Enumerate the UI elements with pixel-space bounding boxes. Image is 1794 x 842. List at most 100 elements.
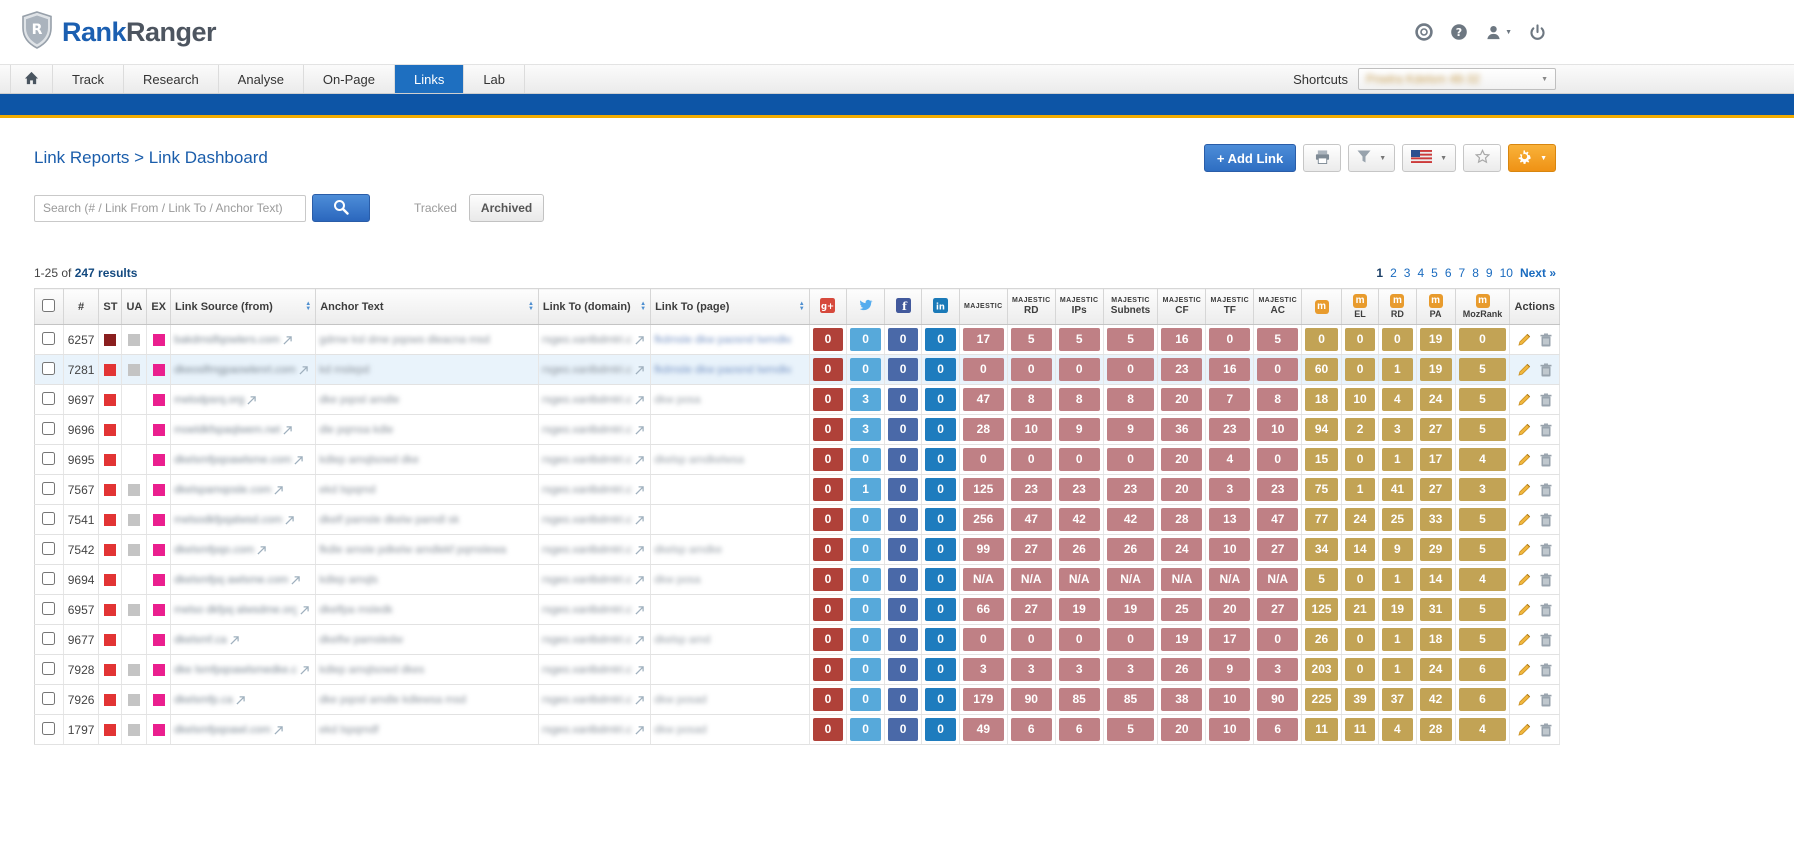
edit-link-button[interactable] (1518, 393, 1531, 406)
page-link[interactable]: 2 (1390, 266, 1397, 280)
open-link-icon[interactable] (283, 426, 292, 435)
nav-tab-lab[interactable]: Lab (464, 65, 525, 93)
open-link-icon[interactable] (230, 636, 239, 645)
open-link-icon[interactable] (283, 336, 292, 345)
edit-link-button[interactable] (1518, 693, 1531, 706)
sort-icons[interactable]: ▲▼ (305, 302, 311, 312)
open-link-icon[interactable] (635, 726, 644, 735)
edit-link-button[interactable] (1518, 663, 1531, 676)
open-link-icon[interactable] (635, 366, 644, 375)
edit-link-button[interactable] (1518, 573, 1531, 586)
nav-tab-research[interactable]: Research (124, 65, 219, 93)
open-link-icon[interactable] (274, 486, 283, 495)
link-source-text[interactable]: melso dkfpq alwsdme.org (174, 604, 297, 616)
link-to-domain-text[interactable]: rsgeo.xanlbdmtri.com (542, 664, 632, 676)
delete-link-button[interactable] (1540, 573, 1552, 587)
link-to-page-text[interactable]: dkw posa (654, 574, 700, 586)
toggle-tracked[interactable]: Tracked (402, 194, 469, 222)
open-link-icon[interactable] (274, 726, 283, 735)
delete-link-button[interactable] (1540, 543, 1552, 557)
search-input[interactable] (34, 195, 306, 222)
profile-selector[interactable]: Pnwlra Kdelsm 48-32 ▼ (1358, 68, 1556, 90)
link-source-text[interactable]: melsodkfpqalwsd.com (174, 514, 282, 526)
open-link-icon[interactable] (294, 456, 303, 465)
pagination-next[interactable]: Next » (1520, 266, 1556, 280)
edit-link-button[interactable] (1518, 723, 1531, 736)
open-link-icon[interactable] (285, 516, 294, 525)
search-button[interactable] (312, 194, 370, 222)
open-link-icon[interactable] (635, 486, 644, 495)
link-to-domain-text[interactable]: rsgeo.xanlbdmtri.com (542, 424, 632, 436)
page-link[interactable]: 6 (1445, 266, 1452, 280)
link-to-page-text[interactable]: fkdmsle dkw paosnd lwmdkesa (654, 364, 791, 376)
edit-link-button[interactable] (1518, 633, 1531, 646)
breadcrumb[interactable]: Link Reports > Link Dashboard (34, 148, 268, 168)
row-checkbox[interactable] (42, 512, 55, 525)
edit-link-button[interactable] (1518, 453, 1531, 466)
delete-link-button[interactable] (1540, 513, 1552, 527)
page-link[interactable]: 5 (1431, 266, 1438, 280)
link-source-text[interactable]: dke lsmfpqoawlsmedke.com (174, 664, 297, 676)
row-checkbox[interactable] (42, 332, 55, 345)
link-to-domain-text[interactable]: rsgeo.xanlbdmtri.com (542, 454, 632, 466)
open-link-icon[interactable] (291, 576, 300, 585)
edit-link-button[interactable] (1518, 483, 1531, 496)
link-to-page-text[interactable]: dkelsp amdkelwsa (654, 454, 744, 466)
link-to-domain-text[interactable]: rsgeo.xanlbdmtri.com (542, 574, 632, 586)
edit-link-button[interactable] (1518, 333, 1531, 346)
open-link-icon[interactable] (635, 456, 644, 465)
delete-link-button[interactable] (1540, 423, 1552, 437)
row-checkbox[interactable] (42, 482, 55, 495)
edit-link-button[interactable] (1518, 603, 1531, 616)
open-link-icon[interactable] (635, 516, 644, 525)
row-checkbox[interactable] (42, 392, 55, 405)
open-link-icon[interactable] (299, 366, 308, 375)
row-checkbox[interactable] (42, 362, 55, 375)
link-to-page-text[interactable]: dkw posad (654, 724, 707, 736)
edit-link-button[interactable] (1518, 363, 1531, 376)
open-link-icon[interactable] (300, 606, 309, 615)
link-to-page-text[interactable]: dkelsp amdke (654, 544, 722, 556)
open-link-icon[interactable] (247, 396, 256, 405)
help-icon[interactable]: ? (1450, 23, 1468, 41)
open-link-icon[interactable] (635, 696, 644, 705)
row-checkbox[interactable] (42, 722, 55, 735)
row-checkbox[interactable] (42, 662, 55, 675)
open-link-icon[interactable] (635, 426, 644, 435)
link-to-page-text[interactable]: dkw posa (654, 394, 700, 406)
col-header-src[interactable]: Link Source (from)▲▼ (171, 289, 316, 325)
link-to-domain-text[interactable]: rsgeo.xanlbdmtri.com (542, 724, 632, 736)
user-menu-icon[interactable]: ▼ (1485, 24, 1512, 41)
print-button[interactable] (1303, 144, 1341, 172)
row-checkbox[interactable] (42, 692, 55, 705)
nav-tab-links[interactable]: Links (395, 65, 464, 93)
sort-icons[interactable]: ▲▼ (799, 302, 805, 312)
support-icon[interactable] (1415, 23, 1433, 41)
link-to-domain-text[interactable]: rsgeo.xanlbdmtri.com (542, 604, 632, 616)
nav-tab-on-page[interactable]: On-Page (304, 65, 395, 93)
settings-button[interactable]: ▼ (1508, 144, 1556, 172)
open-link-icon[interactable] (635, 606, 644, 615)
link-source-text[interactable]: dkelsmfpqo.com (174, 544, 254, 556)
page-link[interactable]: 7 (1459, 266, 1466, 280)
delete-link-button[interactable] (1540, 453, 1552, 467)
nav-tab-analyse[interactable]: Analyse (219, 65, 304, 93)
open-link-icon[interactable] (635, 636, 644, 645)
power-icon[interactable] (1529, 24, 1546, 41)
open-link-icon[interactable] (257, 546, 266, 555)
edit-link-button[interactable] (1518, 543, 1531, 556)
sort-icons[interactable]: ▲▼ (640, 302, 646, 312)
link-source-text[interactable]: dkelspamqosle.com (174, 484, 271, 496)
link-source-text[interactable]: moeldkfspaqlwem.net (174, 424, 280, 436)
link-to-domain-text[interactable]: rsgeo.xanlbdmtri.com (542, 544, 632, 556)
link-to-page-text[interactable]: fkdmsle dkw paosnd lwmdke (654, 334, 791, 346)
row-checkbox[interactable] (42, 632, 55, 645)
link-to-domain-text[interactable]: rsgeo.xanlbdmtri.com (542, 694, 632, 706)
link-source-text[interactable]: dkelsmf.ca (174, 634, 227, 646)
open-link-icon[interactable] (635, 546, 644, 555)
link-source-text[interactable]: bakdmslfqowlers.com (174, 334, 280, 346)
link-source-text[interactable]: dkelsmfp.ca (174, 694, 233, 706)
row-checkbox[interactable] (42, 452, 55, 465)
delete-link-button[interactable] (1540, 693, 1552, 707)
nav-tab-track[interactable]: Track (53, 65, 124, 93)
